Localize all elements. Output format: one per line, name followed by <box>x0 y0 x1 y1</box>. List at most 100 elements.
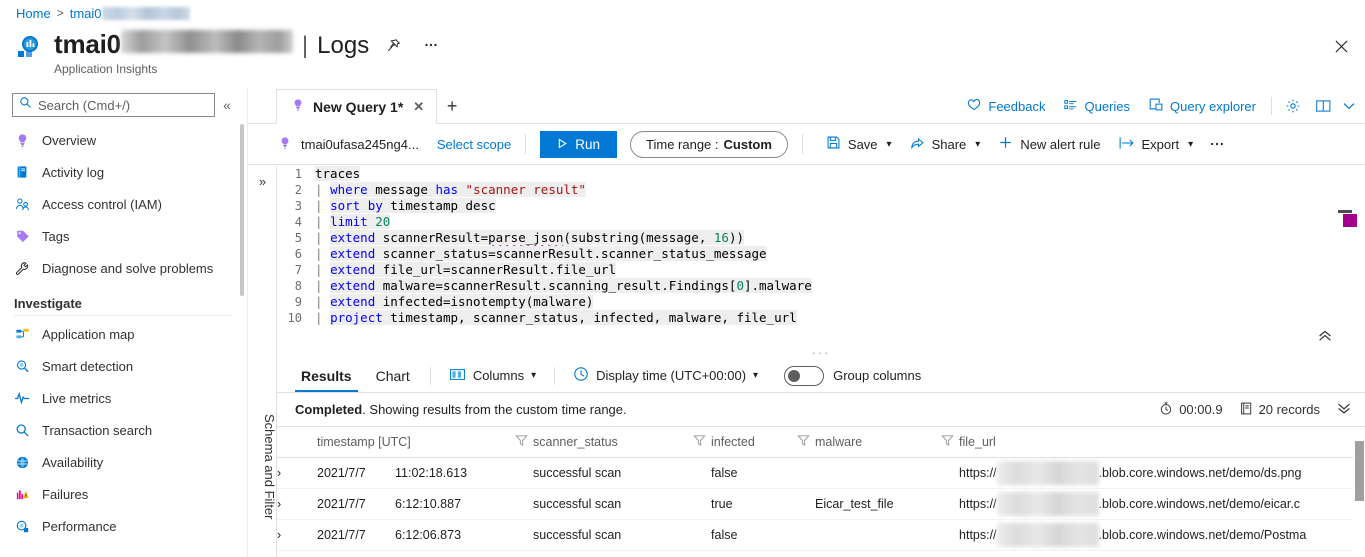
filter-icon <box>515 436 528 450</box>
breadcrumb-home[interactable]: Home <box>16 6 51 21</box>
export-icon <box>1119 136 1135 153</box>
cell-spacer <box>515 457 533 488</box>
tab-results[interactable]: Results <box>295 359 358 392</box>
chevron-double-up-icon[interactable] <box>1315 326 1335 346</box>
cell-spacer <box>515 519 533 550</box>
sidebar-item-label: Application map <box>42 327 135 342</box>
sidebar-item-availability[interactable]: Availability <box>0 446 247 478</box>
row-expander-icon[interactable]: › <box>277 457 317 488</box>
sidebar-divider <box>14 315 233 316</box>
more-commands-icon[interactable] <box>1202 130 1232 158</box>
sidebar-item-tags[interactable]: Tags <box>0 220 247 252</box>
sidebar-item-smart-detection[interactable]: Smart detection <box>0 350 247 382</box>
schema-and-filter-label[interactable]: Schema and Filter <box>248 414 277 520</box>
gear-icon[interactable] <box>1279 92 1307 120</box>
share-button[interactable]: Share ▾ <box>901 130 990 158</box>
column-header-file-url[interactable]: file_url <box>959 427 1365 457</box>
column-header-scanner-status[interactable]: scanner_status <box>533 427 693 457</box>
kql-editor[interactable]: 1traces 2| where message has "scanner re… <box>277 166 1340 346</box>
chevron-double-down-icon[interactable] <box>1337 402 1351 417</box>
filter-malware[interactable] <box>941 427 959 457</box>
pin-icon[interactable] <box>379 32 407 60</box>
application-insights-icon <box>16 33 46 63</box>
filter-timestamp[interactable] <box>515 427 533 457</box>
chevron-down-icon: ▾ <box>1188 139 1193 150</box>
query-tab-new-query-1[interactable]: New Query 1* ✕ <box>276 89 437 124</box>
columns-button[interactable]: Columns ▾ <box>445 363 540 389</box>
book-icon <box>14 164 30 180</box>
export-button[interactable]: Export ▾ <box>1110 130 1203 158</box>
book-layout-icon[interactable] <box>1309 92 1337 120</box>
sidebar-item-label: Access control (IAM) <box>42 197 162 212</box>
file-url-prefix: https:// <box>959 497 997 511</box>
filter-infected[interactable] <box>797 427 815 457</box>
table-row[interactable]: › 2021/7/7 11:02:18.613 successful scan … <box>277 457 1365 488</box>
title-separator: | <box>302 32 308 60</box>
scope-selector[interactable]: tmai0ufasa245ng4... <box>278 136 419 153</box>
display-time-button[interactable]: Display time (UTC+00:00) ▾ <box>569 363 762 389</box>
sidebar-item-live-metrics[interactable]: Live metrics <box>0 382 247 414</box>
group-columns-toggle[interactable] <box>784 366 824 386</box>
chevron-double-right-icon[interactable]: » <box>248 166 277 196</box>
search-icon <box>19 96 32 114</box>
select-scope-link[interactable]: Select scope <box>437 137 511 152</box>
query-explorer-button[interactable]: Query explorer <box>1140 92 1264 120</box>
globe-icon <box>14 454 30 470</box>
file-url-prefix: https:// <box>959 528 997 542</box>
sidebar-item-label: Live metrics <box>42 391 111 406</box>
tab-chart[interactable]: Chart <box>370 359 416 392</box>
row-expander-icon[interactable]: › <box>277 519 317 550</box>
sidebar-items: Overview Activity log <box>0 124 247 542</box>
cell-scanner-status: successful scan <box>533 457 693 488</box>
lightbulb-icon <box>14 132 30 148</box>
editor-splitter[interactable]: ··· <box>277 346 1365 358</box>
time-range-picker[interactable]: Time range : Custom <box>630 131 788 158</box>
chevron-down-icon[interactable] <box>1339 92 1359 120</box>
file-url-redacted-account <box>997 492 1099 516</box>
clock-icon <box>573 366 589 385</box>
sidebar-item-diagnose[interactable]: Diagnose and solve problems <box>0 252 247 284</box>
group-columns-control: Group columns <box>784 366 921 386</box>
results-scrollbar-thumb[interactable] <box>1355 441 1364 501</box>
sidebar-item-access-control[interactable]: Access control (IAM) <box>0 188 247 220</box>
sidebar-collapse-icon[interactable]: « <box>215 93 239 117</box>
column-header-malware[interactable]: malware <box>815 427 941 457</box>
sidebar-item-label: Activity log <box>42 165 104 180</box>
results-table: timestamp [UTC] scanner_status <box>277 427 1365 551</box>
close-icon[interactable] <box>1325 30 1357 62</box>
search-box[interactable] <box>12 93 215 117</box>
column-header-infected[interactable]: infected <box>711 427 797 457</box>
sidebar-item-transaction-search[interactable]: Transaction search <box>0 414 247 446</box>
sidebar-item-application-map[interactable]: Application map <box>0 318 247 350</box>
minimap-marker <box>1338 210 1352 213</box>
table-row[interactable]: › 2021/7/7 6:12:06.873 successful scan f… <box>277 519 1365 550</box>
filter-scanner-status[interactable] <box>693 427 711 457</box>
add-query-tab-button[interactable]: + <box>437 89 467 123</box>
page-title-section: Logs <box>317 32 369 60</box>
column-header-timestamp[interactable]: timestamp [UTC] <box>317 427 515 457</box>
code-line: 9| extend infected=isnotempty(malware) <box>277 294 1340 310</box>
sidebar-item-failures[interactable]: Failures <box>0 478 247 510</box>
sidebar-item-activity-log[interactable]: Activity log <box>0 156 247 188</box>
sidebar-item-overview[interactable]: Overview <box>0 124 247 156</box>
results-scrollbar-track[interactable] <box>1353 427 1365 557</box>
cell-file-url: https://.blob.core.windows.net/demo/Post… <box>959 519 1365 550</box>
breadcrumb-current[interactable]: tmai0 <box>70 6 190 21</box>
smart-detection-icon <box>14 358 30 374</box>
run-button[interactable]: Run <box>540 131 617 158</box>
editor-minimap[interactable] <box>1340 166 1357 346</box>
feedback-button[interactable]: Feedback <box>958 92 1053 120</box>
close-icon[interactable]: ✕ <box>411 99 426 115</box>
row-expander-icon[interactable]: › <box>277 488 317 519</box>
new-alert-rule-button[interactable]: New alert rule <box>989 130 1109 158</box>
queries-button[interactable]: Queries <box>1055 92 1138 120</box>
save-button[interactable]: Save ▾ <box>817 130 901 158</box>
breadcrumb-current-text: tmai0 <box>70 6 102 21</box>
sidebar-item-performance[interactable]: Performance <box>0 510 247 542</box>
search-input[interactable] <box>32 98 214 113</box>
table-row[interactable]: › 2021/7/7 6:12:10.887 successful scan t… <box>277 488 1365 519</box>
divider <box>802 134 803 154</box>
more-options-icon[interactable] <box>417 31 445 59</box>
failures-chart-icon <box>14 486 30 502</box>
sidebar-scrollbar[interactable] <box>240 124 244 296</box>
